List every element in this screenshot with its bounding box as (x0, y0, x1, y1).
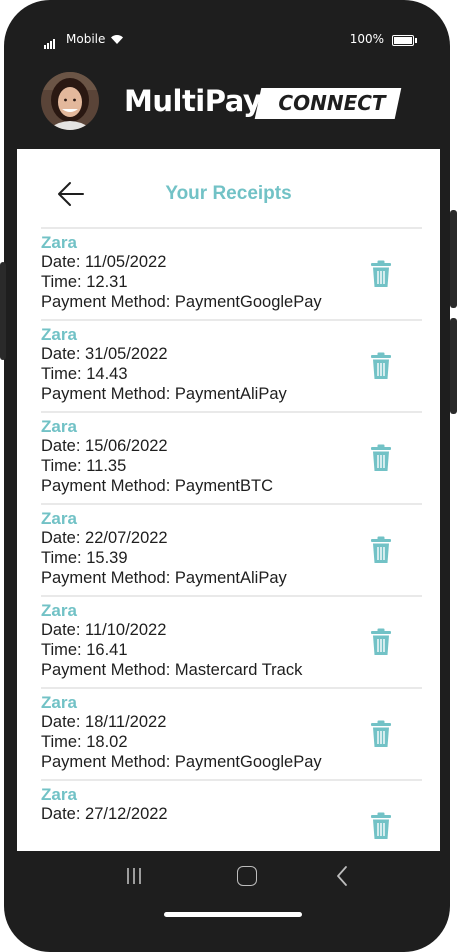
receipt-date: Date: 15/06/2022 (41, 437, 168, 455)
receipt-payment-method: Payment Method: PaymentAliPay (41, 385, 287, 403)
receipt-item[interactable]: Zara Date: 22/07/2022 Time: 15.39 Paymen… (41, 503, 422, 595)
app-screen: Your Receipts Zara Date: 11/05/2022 Time… (17, 149, 440, 851)
power-button-lower (450, 318, 457, 414)
home-indicator[interactable] (164, 912, 302, 917)
receipt-date: Date: 27/12/2022 (41, 805, 168, 823)
receipt-payment-method: Payment Method: PaymentAliPay (41, 569, 287, 587)
receipt-time: Time: 12.31 (41, 273, 128, 291)
power-button-upper (450, 210, 457, 308)
receipt-merchant: Zara (41, 601, 77, 620)
trash-icon[interactable] (369, 352, 393, 380)
receipt-item[interactable]: Zara Date: 18/11/2022 Time: 18.02 Paymen… (41, 687, 422, 779)
carrier-label: Mobile (66, 32, 106, 46)
receipt-merchant: Zara (41, 325, 77, 344)
receipt-date: Date: 22/07/2022 (41, 529, 168, 547)
trash-icon[interactable] (369, 444, 393, 472)
receipt-payment-method: Payment Method: Mastercard Track (41, 661, 303, 679)
wifi-icon (111, 35, 123, 44)
receipt-time: Time: 11.35 (41, 457, 127, 475)
receipt-item[interactable]: Zara Date: 15/06/2022 Time: 11.35 Paymen… (41, 411, 422, 503)
trash-icon[interactable] (369, 260, 393, 288)
receipt-item[interactable]: Zara Date: 11/05/2022 Time: 12.31 Paymen… (41, 227, 422, 319)
trash-icon[interactable] (369, 536, 393, 564)
user-avatar[interactable] (41, 72, 99, 130)
receipt-date: Date: 11/10/2022 (41, 621, 167, 639)
chevron-left-icon[interactable] (334, 865, 350, 887)
receipt-merchant: Zara (41, 509, 77, 528)
receipt-merchant: Zara (41, 233, 77, 252)
brand-tagline: CONNECT (278, 91, 386, 115)
receipt-merchant: Zara (41, 785, 77, 804)
trash-icon[interactable] (369, 720, 393, 748)
trash-icon[interactable] (369, 628, 393, 656)
home-icon[interactable] (237, 866, 257, 886)
page-title: Your Receipts (165, 183, 292, 204)
receipt-time: Time: 14.43 (41, 365, 128, 383)
receipt-item[interactable]: Zara Date: 27/12/2022 (41, 779, 422, 851)
signal-icon (44, 35, 56, 49)
receipt-merchant: Zara (41, 693, 77, 712)
receipt-item[interactable]: Zara Date: 11/10/2022 Time: 16.41 Paymen… (41, 595, 422, 687)
receipt-time: Time: 18.02 (41, 733, 128, 751)
receipt-time: Time: 15.39 (41, 549, 128, 567)
receipt-date: Date: 11/05/2022 (41, 253, 167, 271)
battery-icon (392, 35, 417, 46)
status-bar: Mobile 100% (44, 32, 417, 50)
brand-name: MultiPay (124, 84, 262, 118)
receipt-date: Date: 18/11/2022 (41, 713, 167, 731)
receipt-item[interactable]: Zara Date: 31/05/2022 Time: 14.43 Paymen… (41, 319, 422, 411)
receipt-payment-method: Payment Method: PaymentBTC (41, 477, 274, 495)
receipt-payment-method: Payment Method: PaymentGooglePay (41, 753, 322, 771)
receipt-merchant: Zara (41, 417, 77, 436)
system-nav-bar (0, 851, 457, 911)
receipt-payment-method: Payment Method: PaymentGooglePay (41, 293, 322, 311)
battery-percent: 100% (349, 32, 384, 46)
receipt-date: Date: 31/05/2022 (41, 345, 168, 363)
trash-icon[interactable] (369, 812, 393, 840)
volume-button (0, 262, 6, 360)
recent-apps-icon[interactable] (125, 867, 143, 885)
receipt-list: Zara Date: 11/05/2022 Time: 12.31 Paymen… (41, 227, 422, 851)
receipt-time: Time: 16.41 (41, 641, 128, 659)
